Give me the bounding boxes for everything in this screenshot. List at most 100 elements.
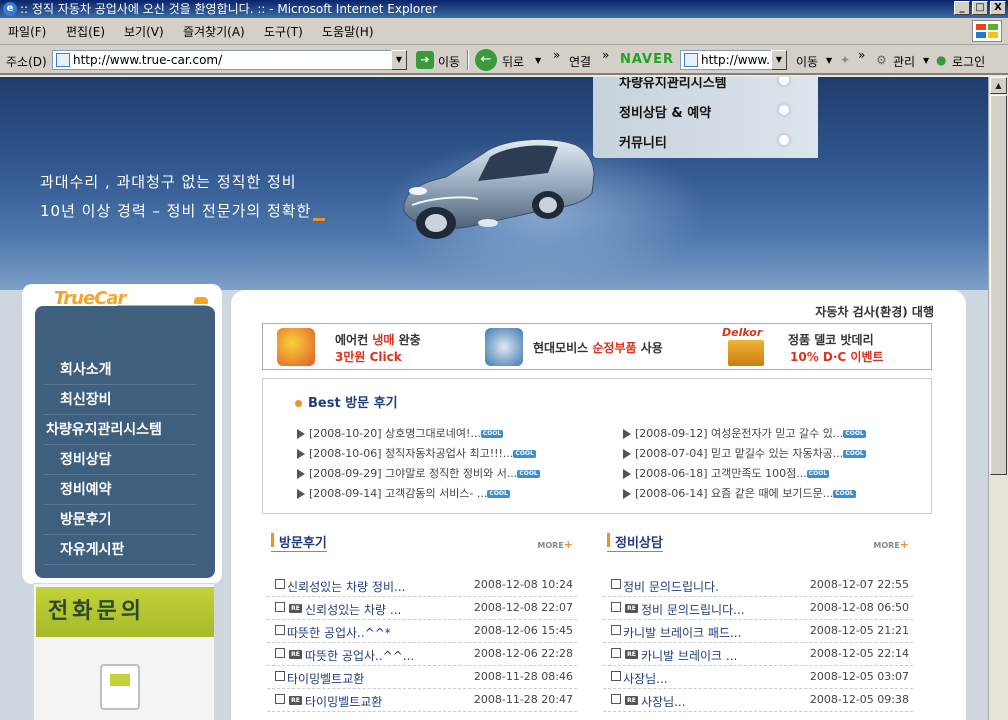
sidebar-item-reservation[interactable]: 정비예약 (44, 475, 196, 505)
best-review-item[interactable]: [2008-09-12] 여성운전자가 믿고 갈수 있... COOL (623, 425, 866, 441)
go-button[interactable]: 이동 (438, 53, 460, 70)
scroll-up-arrow-icon[interactable]: ▲ (990, 77, 1007, 94)
post-date: 2008-11-28 08:46 (473, 670, 573, 683)
best-review-item[interactable]: [2008-09-29] 그야말로 정직한 정비와 서... COOL (297, 465, 540, 481)
links-button[interactable]: 연결 (569, 53, 591, 70)
best-review-text: [2008-06-14] 요즘 같은 때에 보기드문... (635, 487, 834, 500)
menu-bar: 파일(F) 편집(E) 보기(V) 즐겨찾기(A) 도구(T) 도움말(H) (0, 18, 1008, 45)
list-item[interactable]: 정비 문의드립니다. 2008-12-07 22:55 (603, 574, 913, 597)
list-item[interactable]: 카니발 브레이크 패드... 2008-12-05 21:21 (603, 620, 913, 643)
reviews-more-label: MORE (537, 541, 564, 550)
naver-go-dropdown-icon[interactable]: ▼ (826, 56, 832, 65)
list-item[interactable]: RE 사장님... 2008-12-05 09:38 (603, 689, 913, 712)
post-date: 2008-12-05 21:21 (809, 624, 909, 637)
minimize-button[interactable]: _ (954, 1, 970, 15)
best-review-item[interactable]: [2008-07-04] 믿고 맡길수 있는 자동차공... COOL (623, 445, 866, 461)
scroll-thumb[interactable] (990, 95, 1007, 475)
post-title[interactable]: 카니발 브레이크 패드... (623, 624, 741, 641)
menu-view[interactable]: 보기(V) (124, 23, 164, 40)
back-button[interactable]: 뒤로 (502, 53, 524, 70)
menu-favorites[interactable]: 즐겨찾기(A) (183, 23, 245, 40)
post-title[interactable]: 카니발 브레이크 ... (641, 647, 737, 664)
best-review-item[interactable]: [2008-06-18] 고객만족도 100점... COOL (623, 465, 830, 481)
back-dropdown-icon[interactable]: ▼ (535, 56, 541, 65)
inspection-notice-suffix: 대행 (907, 305, 934, 319)
manage-dropdown-icon[interactable]: ▼ (923, 56, 929, 65)
back-arrow-icon[interactable]: ← (475, 49, 497, 71)
list-item[interactable]: RE 따뜻한 공업사..^^... 2008-12-06 22:28 (267, 643, 577, 666)
sidebar-item-consult[interactable]: 정비상담 (44, 445, 196, 475)
sidebar-item-equipment[interactable]: 최신장비 (44, 385, 196, 415)
plus-icon: ✦ (840, 53, 851, 67)
menu-help[interactable]: 도움말(H) (322, 23, 374, 40)
cool-badge: COOL (843, 450, 866, 458)
sidebar-item-company[interactable]: 회사소개 (44, 355, 196, 385)
reviews-more-button[interactable]: MORE+ (537, 538, 573, 551)
promo-delkor[interactable]: Delkor 정품 델코 밧데리 10% D·C 이벤트 (718, 324, 930, 369)
maximize-button[interactable]: □ (972, 1, 988, 15)
post-title[interactable]: 사장님... (641, 693, 686, 710)
best-review-item[interactable]: [2008-09-14] 고객감동의 서비스- ... COOL (297, 485, 510, 501)
list-item[interactable]: 타이밍벨트교환 2008-11-28 08:46 (267, 666, 577, 689)
post-date: 2008-12-07 22:55 (809, 578, 909, 591)
list-item[interactable]: RE 타이밍벨트교환 2008-11-28 20:47 (267, 689, 577, 712)
post-date: 2008-12-05 09:38 (809, 693, 909, 706)
sidebar-item-maintenance-system[interactable]: 차량유지관리시스템 (44, 415, 196, 445)
post-title[interactable]: 사장님... (623, 670, 668, 687)
hero-slogan-1: 과대수리 , 과대청구 없는 정직한 정비 (40, 173, 297, 191)
consult-title[interactable]: 정비상담 (607, 532, 663, 552)
best-review-item[interactable]: [2008-10-06] 정직자동차공업사 최고!!!... COOL (297, 445, 536, 461)
post-title[interactable]: 정비 문의드립니다... (641, 601, 745, 618)
sidebar-nav-box: 회사소개 최신장비 차량유지관리시스템 정비상담 정비예약 방문후기 자유게시판 (35, 306, 215, 578)
list-item[interactable]: 사장님... 2008-12-05 03:07 (603, 666, 913, 689)
phone-inquiry-title[interactable]: 전화문의 (36, 587, 214, 637)
list-item[interactable]: 따뜻한 공업사..^^* 2008-12-06 15:45 (267, 620, 577, 643)
manage-button[interactable]: 관리 (893, 53, 915, 70)
best-review-item[interactable]: [2008-06-14] 요즘 같은 때에 보기드문... COOL (623, 485, 856, 501)
address-dropdown-button[interactable]: ▼ (391, 50, 407, 70)
post-title[interactable]: 타이밍벨트교환 (287, 670, 364, 687)
menu-edit[interactable]: 편집(E) (66, 23, 105, 40)
post-title[interactable]: 타이밍벨트교환 (305, 693, 382, 710)
list-item[interactable]: RE 정비 문의드립니다... 2008-12-08 06:50 (603, 597, 913, 620)
hero-menu-maintenance-system[interactable]: 차량유지관리시스템 (619, 77, 727, 91)
post-date: 2008-12-05 22:14 (809, 647, 909, 660)
menu-tools[interactable]: 도구(T) (264, 23, 303, 40)
links-chevron[interactable]: » (602, 48, 609, 62)
post-title[interactable]: 따뜻한 공업사..^^* (287, 624, 391, 641)
menu-file[interactable]: 파일(F) (8, 23, 46, 40)
post-title[interactable]: 신뢰성있는 차량 ... (305, 601, 401, 618)
consult-more-button[interactable]: MORE+ (873, 538, 909, 551)
list-item[interactable]: RE 카니발 브레이크 ... 2008-12-05 22:14 (603, 643, 913, 666)
reply-badge-icon: RE (289, 650, 302, 659)
hero-menu-dot-icon (779, 77, 789, 85)
best-review-item[interactable]: [2008-10-20] 상호명그대로네여!... COOL (297, 425, 504, 441)
post-title[interactable]: 신뢰성있는 차량 정비... (287, 578, 405, 595)
consult-list: 정비 문의드립니다. 2008-12-07 22:55 RE 정비 문의드립니다...… (603, 574, 913, 712)
hero-menu-consult-reservation[interactable]: 정비상담 & 예약 (619, 102, 711, 121)
naver-dropdown-button[interactable]: ▼ (771, 50, 787, 70)
reviews-title[interactable]: 방문후기 (271, 532, 327, 552)
address-input[interactable]: http://www.true-car.com/ (52, 50, 392, 70)
list-item[interactable]: 신뢰성있는 차량 정비... 2008-12-08 10:24 (267, 574, 577, 597)
list-item[interactable]: RE 신뢰성있는 차량 ... 2008-12-08 22:07 (267, 597, 577, 620)
parts-icon (485, 328, 523, 366)
naver-go-button[interactable]: 이동 (796, 53, 818, 70)
best-review-text: [2008-07-04] 믿고 맡길수 있는 자동차공... (635, 447, 844, 460)
sidebar-item-reviews[interactable]: 방문후기 (44, 505, 196, 535)
reply-badge-icon: RE (625, 604, 638, 613)
close-button[interactable]: X (990, 1, 1006, 15)
vertical-scrollbar[interactable]: ▲ (988, 77, 1008, 720)
post-title[interactable]: 따뜻한 공업사..^^... (305, 647, 414, 664)
go-arrow-icon[interactable]: ➔ (416, 51, 434, 69)
hero-menu-community[interactable]: 커뮤니티 (619, 132, 667, 151)
sidebar-item-board[interactable]: 자유게시판 (44, 535, 196, 565)
post-title[interactable]: 정비 문의드립니다. (623, 578, 719, 595)
toolbar-chevron[interactable]: » (553, 48, 560, 62)
naver-search-input[interactable]: http://www. (680, 50, 772, 70)
hero-menu-dot-icon (779, 135, 789, 145)
promo-mobis[interactable]: 현대모비스 순정부품 사용 (481, 324, 706, 369)
login-button[interactable]: 로그인 (952, 53, 985, 70)
naver-chevron[interactable]: » (858, 48, 865, 62)
promo-aircon[interactable]: 에어컨 냉매 완충 3만원 Click (263, 324, 473, 369)
